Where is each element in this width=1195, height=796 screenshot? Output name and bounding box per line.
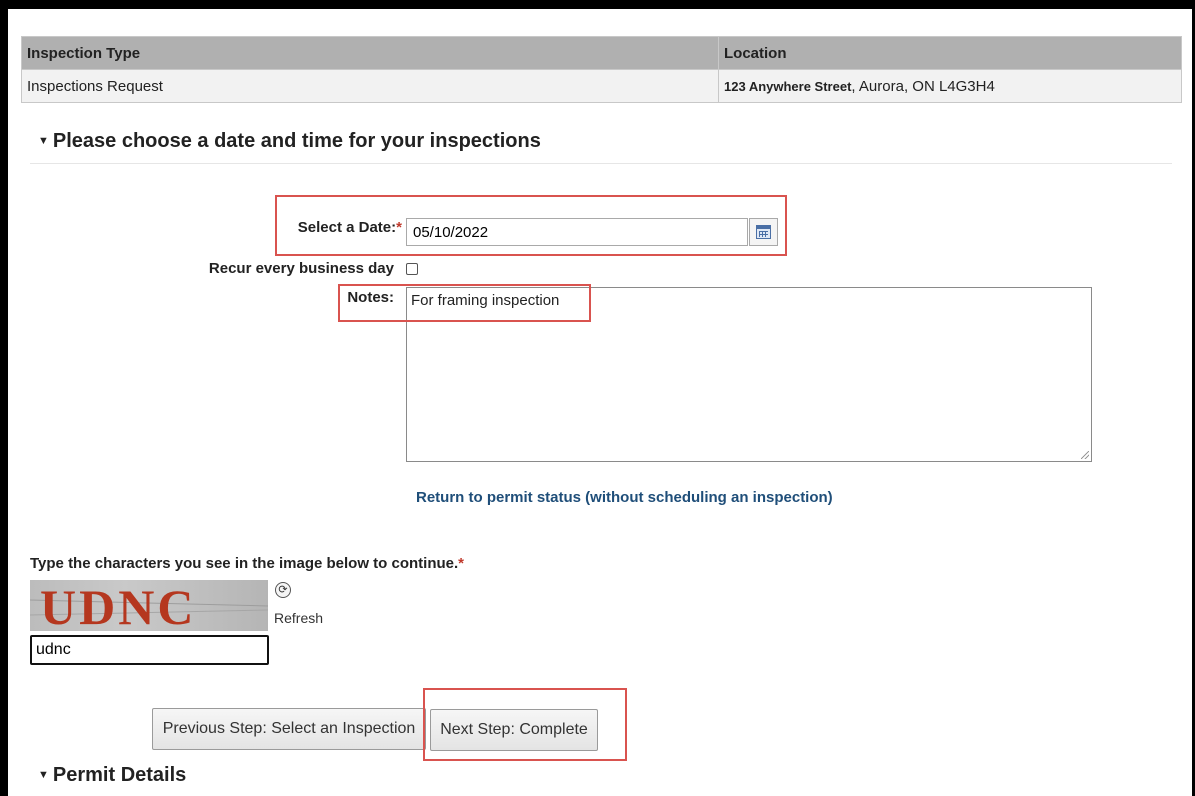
section-header-date[interactable]: ▼ Please choose a date and time for your … [38, 130, 541, 153]
captcha-label-text: Type the characters you see in the image… [30, 555, 459, 572]
table-header-row: Inspection Type Location [21, 36, 1182, 70]
return-to-permit-status-link[interactable]: Return to permit status (without schedul… [416, 489, 833, 506]
date-label-text: Select a Date: [297, 219, 397, 236]
calendar-icon [756, 225, 771, 239]
inspection-type-cell: Inspections Request [21, 69, 719, 103]
caret-down-icon: ▼ [38, 769, 49, 781]
location-cell: 123 Anywhere Street, Aurora, ON L4G3H4 [718, 69, 1182, 103]
column-header-location: Location [718, 36, 1182, 70]
section-header-permit-details[interactable]: ▼ Permit Details [38, 764, 186, 787]
divider [30, 163, 1172, 164]
window-frame-top [0, 0, 1195, 9]
captcha-image-text: UDNC [40, 580, 196, 631]
recur-label: Recur every business day [208, 260, 394, 277]
notes-label: Notes: [347, 289, 394, 306]
inspection-table: Inspection Type Location Inspections Req… [21, 36, 1182, 103]
section-title: Please choose a date and time for your i… [52, 130, 541, 152]
caret-down-icon: ▼ [38, 135, 49, 147]
resize-grip-icon[interactable] [1081, 451, 1089, 459]
recur-checkbox[interactable] [406, 263, 418, 275]
refresh-link[interactable]: Refresh [274, 610, 323, 626]
notes-text: For framing inspection [411, 292, 560, 309]
column-header-inspection-type: Inspection Type [21, 36, 719, 70]
date-label: Select a Date:* [240, 219, 402, 236]
notes-textarea[interactable]: For framing inspection [406, 287, 1092, 462]
captcha-image: UDNC [30, 580, 268, 631]
refresh-icon[interactable]: ⟳ [275, 582, 291, 598]
window-frame-left [0, 0, 8, 796]
section2-title: Permit Details [52, 764, 187, 786]
required-marker: * [396, 219, 402, 236]
date-input[interactable] [406, 218, 748, 246]
previous-step-button[interactable]: Previous Step: Select an Inspection [152, 708, 426, 750]
location-street: 123 Anywhere Street [724, 78, 852, 94]
captcha-required-marker: * [458, 555, 465, 572]
table-row: Inspections Request 123 Anywhere Street,… [21, 69, 1182, 103]
captcha-label: Type the characters you see in the image… [30, 555, 464, 572]
location-city: , Aurora, ON L4G3H4 [851, 77, 995, 95]
calendar-button[interactable] [749, 218, 778, 246]
captcha-input[interactable] [30, 635, 269, 665]
next-step-button[interactable]: Next Step: Complete [430, 709, 598, 751]
